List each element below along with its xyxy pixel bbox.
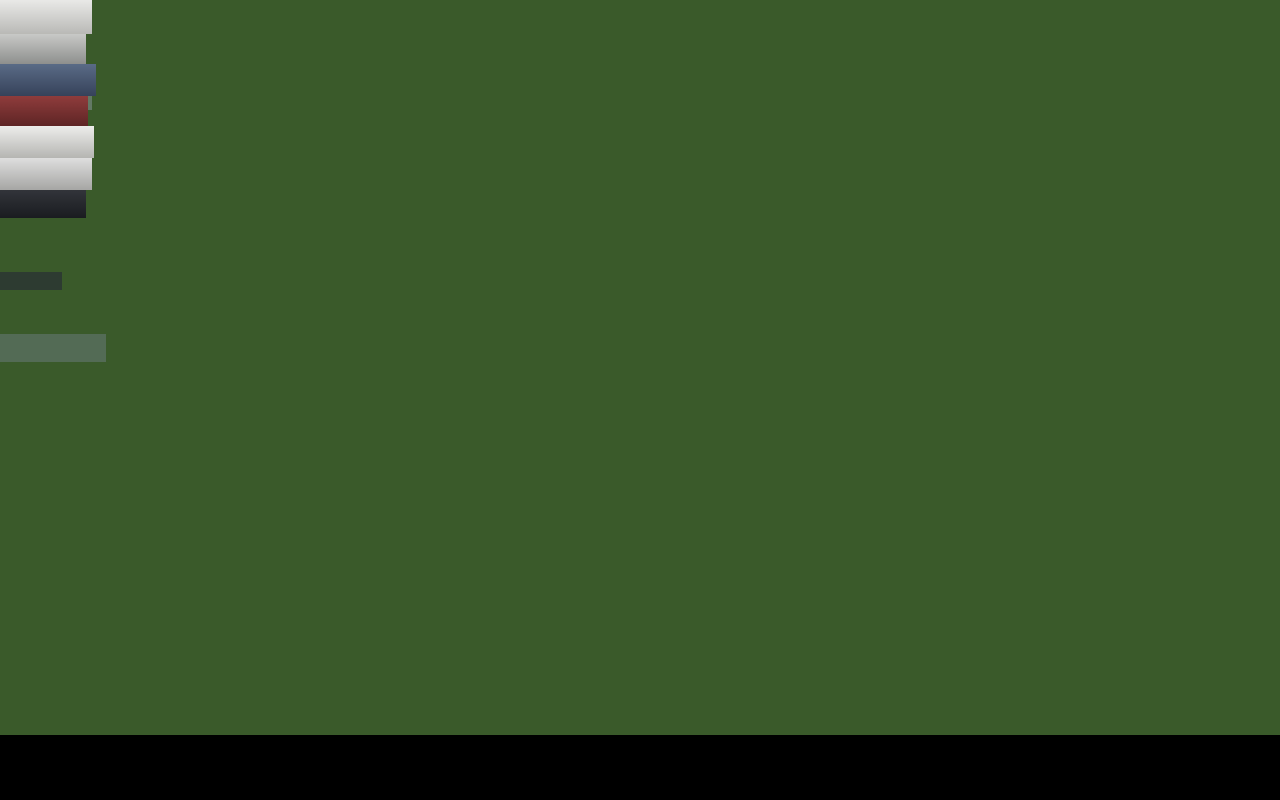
vehicle bbox=[0, 334, 232, 420]
camera-viewer-app: Camera 1 Presets More 1 2 3 4 5 6 7 8 bbox=[0, 0, 1280, 800]
tree-trunk bbox=[0, 662, 19, 735]
camera-video-feed[interactable] bbox=[0, 0, 1280, 735]
light-pole bbox=[0, 456, 9, 662]
upper-parking-row bbox=[0, 0, 96, 218]
tree-canopy bbox=[0, 0, 1280, 300]
